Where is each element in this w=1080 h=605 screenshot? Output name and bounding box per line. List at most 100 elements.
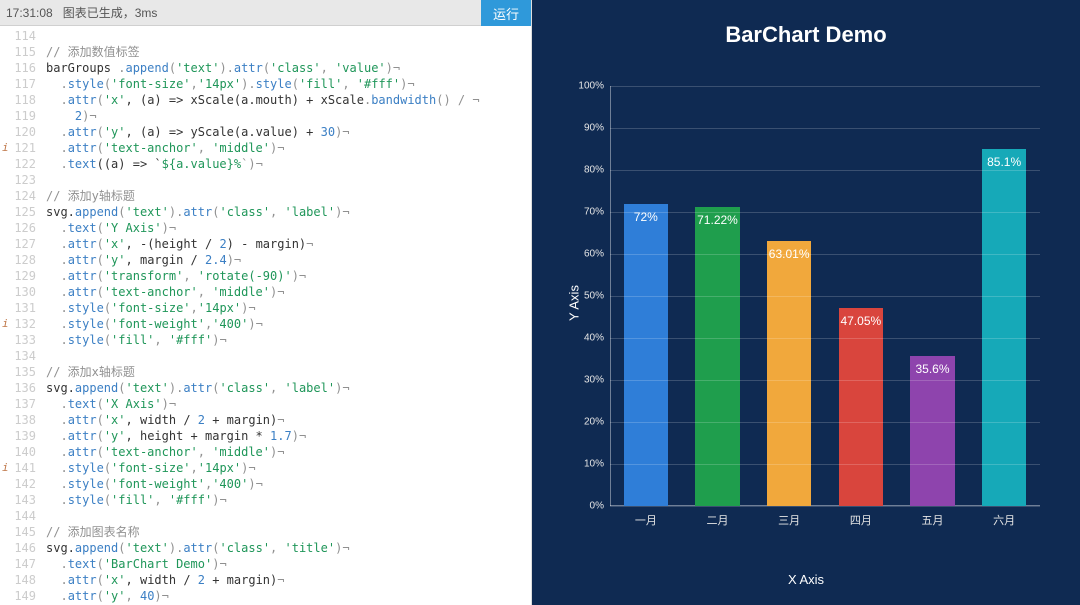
- line-number: 131: [0, 300, 36, 316]
- grid-line: [610, 506, 1040, 507]
- code-line[interactable]: // 添加图表名称: [46, 524, 527, 540]
- code-line[interactable]: 2)¬: [46, 108, 527, 124]
- code-line[interactable]: // 添加y轴标题: [46, 188, 527, 204]
- code-line[interactable]: [46, 172, 527, 188]
- chart-bar[interactable]: 85.1%: [982, 149, 1026, 506]
- code-line[interactable]: .attr('y', (a) => yScale(a.value) + 30)¬: [46, 124, 527, 140]
- code-line[interactable]: .text('Y Axis')¬: [46, 220, 527, 236]
- chart-bar[interactable]: 35.6%: [910, 356, 954, 506]
- code-line[interactable]: svg.append('text').attr('class', 'label'…: [46, 204, 527, 220]
- x-tick-label: 二月: [707, 512, 729, 528]
- toolbar-time: 17:31:08: [6, 6, 53, 20]
- y-tick-label: 30%: [584, 375, 604, 386]
- line-number: 139: [0, 428, 36, 444]
- code-line[interactable]: .attr('transform', 'rotate(-90)')¬: [46, 268, 527, 284]
- line-number: 136: [0, 380, 36, 396]
- grid-line: [610, 254, 1040, 255]
- code-line[interactable]: [46, 348, 527, 364]
- line-number: 116: [0, 60, 36, 76]
- grid-line: [610, 464, 1040, 465]
- code-line[interactable]: .style('font-weight','400')¬: [46, 316, 527, 332]
- toolbar-status: 图表已生成，3ms: [63, 4, 481, 21]
- code-editor[interactable]: 114115116117118119120121i122123124125126…: [0, 26, 531, 605]
- gutter-info-icon[interactable]: i: [2, 460, 9, 476]
- y-tick-label: 70%: [584, 207, 604, 218]
- grid-line: [610, 296, 1040, 297]
- line-number: 120: [0, 124, 36, 140]
- line-number: 119: [0, 108, 36, 124]
- code-line[interactable]: .attr('x', -(height / 2) - margin)¬: [46, 236, 527, 252]
- grid-line: [610, 212, 1040, 213]
- chart-title: BarChart Demo: [532, 0, 1080, 48]
- code-line[interactable]: .style('font-size','14px').style('fill',…: [46, 76, 527, 92]
- code-line[interactable]: .attr('y', margin / 2.4)¬: [46, 252, 527, 268]
- code-line[interactable]: .attr('x', width / 2 + margin)¬: [46, 572, 527, 588]
- code-line[interactable]: .attr('x', width / 2 + margin)¬: [46, 412, 527, 428]
- line-number: 143: [0, 492, 36, 508]
- grid-line: [610, 422, 1040, 423]
- run-button[interactable]: 运行: [481, 0, 531, 26]
- line-number: 146: [0, 540, 36, 556]
- y-tick-label: 50%: [584, 291, 604, 302]
- y-tick-label: 0%: [590, 501, 604, 512]
- y-axis-title: Y Axis: [566, 285, 581, 321]
- y-tick-label: 20%: [584, 417, 604, 428]
- grid-line: [610, 380, 1040, 381]
- code-line[interactable]: .style('font-size','14px')¬: [46, 300, 527, 316]
- code-line[interactable]: .attr('text-anchor', 'middle')¬: [46, 444, 527, 460]
- code-line[interactable]: svg.append('text').attr('class', 'label'…: [46, 380, 527, 396]
- code-line[interactable]: [46, 508, 527, 524]
- code-line[interactable]: // 添加数值标签: [46, 44, 527, 60]
- code-line[interactable]: .style('fill', '#fff')¬: [46, 492, 527, 508]
- y-tick-label: 10%: [584, 459, 604, 470]
- bar-value-label: 35.6%: [915, 362, 949, 376]
- line-number: 137: [0, 396, 36, 412]
- chart-bar[interactable]: 63.01%: [767, 241, 811, 506]
- code-line[interactable]: .attr('y', 40)¬: [46, 588, 527, 604]
- editor-toolbar: 17:31:08 图表已生成，3ms 运行: [0, 0, 531, 26]
- code-line[interactable]: .style('font-size','14px')¬: [46, 460, 527, 476]
- line-number: 124: [0, 188, 36, 204]
- y-tick-label: 40%: [584, 333, 604, 344]
- line-number: 129: [0, 268, 36, 284]
- code-panel: 17:31:08 图表已生成，3ms 运行 114115116117118119…: [0, 0, 532, 605]
- code-line[interactable]: barGroups .append('text').attr('class', …: [46, 60, 527, 76]
- line-number: 115: [0, 44, 36, 60]
- chart-panel: BarChart Demo Y Axis 72%71.22%63.01%47.0…: [532, 0, 1080, 605]
- y-tick-label: 60%: [584, 249, 604, 260]
- code-line[interactable]: .style('font-weight','400')¬: [46, 476, 527, 492]
- code-line[interactable]: .text((a) => `${a.value}%`)¬: [46, 156, 527, 172]
- code-line[interactable]: .attr('y', height + margin * 1.7)¬: [46, 428, 527, 444]
- line-number: 130: [0, 284, 36, 300]
- line-number: 144: [0, 508, 36, 524]
- x-tick-label: 五月: [922, 512, 944, 528]
- code-line[interactable]: [46, 28, 527, 44]
- code-line[interactable]: .attr('text-anchor', 'middle')¬: [46, 140, 527, 156]
- code-line[interactable]: .attr('text-anchor', 'middle')¬: [46, 284, 527, 300]
- line-number: 133: [0, 332, 36, 348]
- line-number: 114: [0, 28, 36, 44]
- y-tick-label: 80%: [584, 165, 604, 176]
- code-line[interactable]: .style('fill', '#fff')¬: [46, 332, 527, 348]
- code-line[interactable]: .text('BarChart Demo')¬: [46, 556, 527, 572]
- line-number: 127: [0, 236, 36, 252]
- grid-line: [610, 86, 1040, 87]
- y-tick-label: 90%: [584, 123, 604, 134]
- line-number: 135: [0, 364, 36, 380]
- code-line[interactable]: // 添加x轴标题: [46, 364, 527, 380]
- grid-line: [610, 170, 1040, 171]
- code-line[interactable]: svg.append('text').attr('class', 'title'…: [46, 540, 527, 556]
- chart-bar[interactable]: 71.22%: [695, 207, 739, 506]
- line-number: 118: [0, 92, 36, 108]
- gutter-info-icon[interactable]: i: [2, 140, 9, 156]
- x-tick-label: 三月: [778, 512, 800, 528]
- code-line[interactable]: .text('X Axis')¬: [46, 396, 527, 412]
- code-line[interactable]: .attr('x', (a) => xScale(a.mouth) + xSca…: [46, 92, 527, 108]
- chart-plot-area: 72%71.22%63.01%47.05%35.6%85.1% 0%10%20%…: [610, 86, 1040, 506]
- chart-bar[interactable]: 72%: [624, 204, 668, 506]
- line-number: 123: [0, 172, 36, 188]
- editor-code[interactable]: // 添加数值标签barGroups .append('text').attr(…: [42, 26, 531, 605]
- gutter-info-icon[interactable]: i: [2, 316, 9, 332]
- line-number: 149: [0, 588, 36, 604]
- bar-value-label: 71.22%: [697, 213, 738, 227]
